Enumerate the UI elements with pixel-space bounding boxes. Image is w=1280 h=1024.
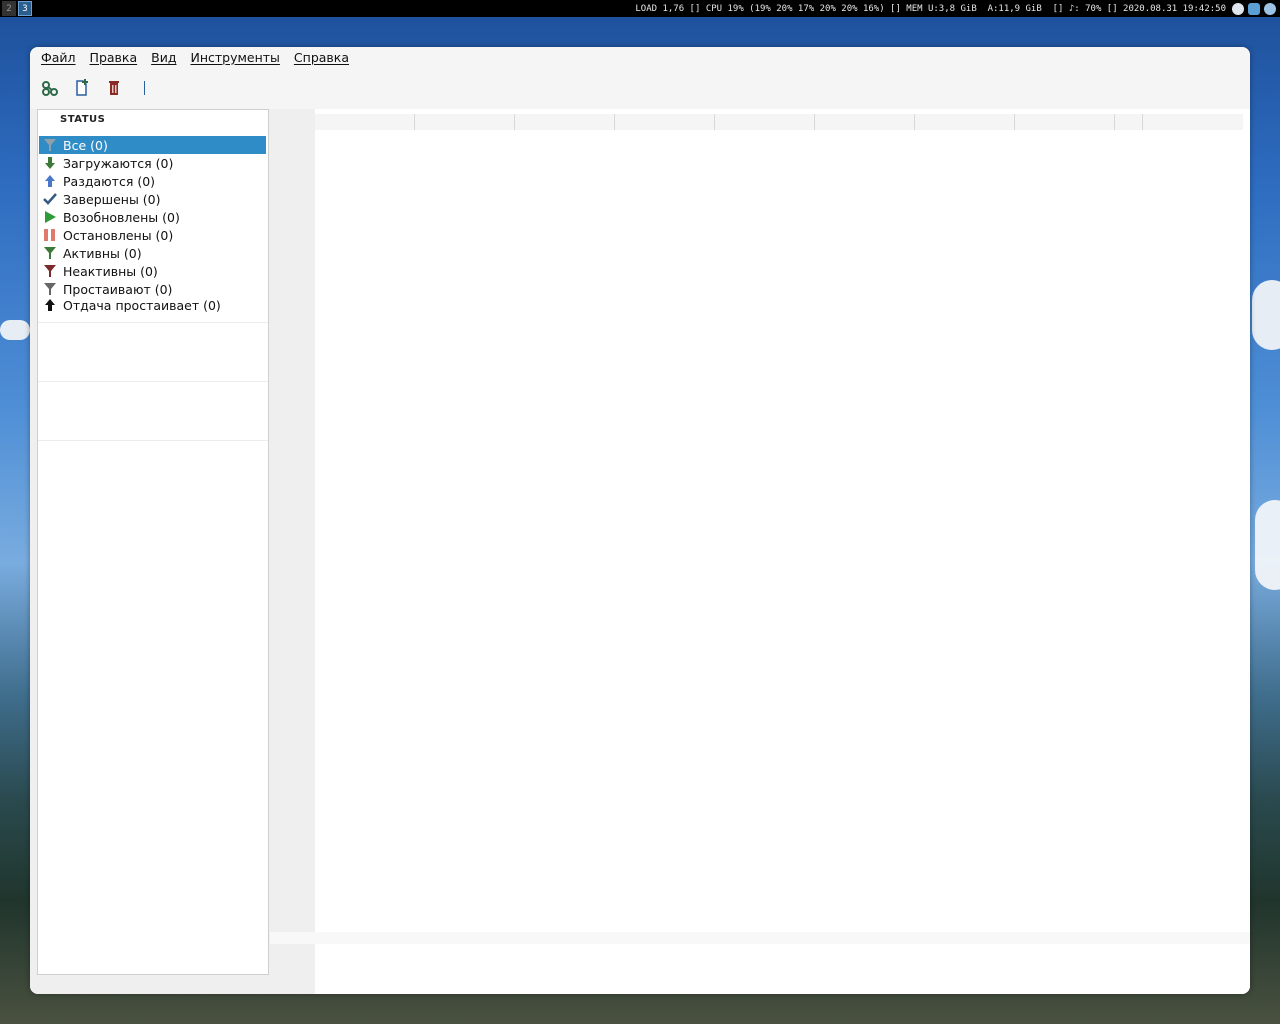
menu-bar: Файл Правка Вид Инструменты Справка xyxy=(30,47,1250,67)
background-cloud xyxy=(1255,500,1280,590)
add-torrent-link-button[interactable] xyxy=(38,76,62,100)
menu-file[interactable]: Файл xyxy=(34,50,83,65)
filter-sidebar: STATUS Все (0) Загружаются (0) Раздаются… xyxy=(37,109,269,975)
filter-label: Простаивают (0) xyxy=(63,281,173,297)
toolbar-separator xyxy=(144,81,145,95)
status-bar xyxy=(30,975,315,994)
checkmark-icon xyxy=(43,192,57,206)
filter-stalled-icon xyxy=(43,282,57,296)
filter-label: Загружаются (0) xyxy=(63,155,174,171)
filter-inactive-icon xyxy=(43,264,57,278)
column-header[interactable] xyxy=(515,114,615,130)
column-header[interactable] xyxy=(1015,114,1115,130)
background-cloud xyxy=(1252,280,1280,350)
column-header[interactable] xyxy=(915,114,1015,130)
add-torrent-link-icon xyxy=(42,81,58,96)
filter-label: Активны (0) xyxy=(63,245,142,261)
tags-section xyxy=(38,381,268,440)
qbittorrent-window: Файл Правка Вид Инструменты Справка STAT… xyxy=(30,47,1250,994)
system-status: LOAD 1,76 [] CPU 19% (19% 20% 17% 20% 20… xyxy=(635,3,1226,14)
column-header[interactable] xyxy=(415,114,515,130)
column-header[interactable] xyxy=(1115,114,1143,130)
system-panel: 2 3 LOAD 1,76 [] CPU 19% (19% 20% 17% 20… xyxy=(0,0,1280,17)
filter-completed[interactable]: Завершены (0) xyxy=(39,190,266,208)
filter-downloading[interactable]: Загружаются (0) xyxy=(39,154,266,172)
delete-icon xyxy=(109,81,119,95)
menu-edit[interactable]: Правка xyxy=(83,50,145,65)
pause-icon xyxy=(43,228,57,242)
menu-help[interactable]: Справка xyxy=(287,50,356,65)
torrent-list[interactable] xyxy=(315,109,1250,994)
torrent-list-header xyxy=(315,114,1243,130)
filter-label: Завершены (0) xyxy=(63,191,161,207)
add-torrent-file-icon xyxy=(76,79,88,96)
background-cloud xyxy=(0,320,30,340)
filter-label: Остановлены (0) xyxy=(63,227,174,243)
filter-icon xyxy=(43,138,57,152)
splitter[interactable] xyxy=(270,109,315,994)
filter-paused[interactable]: Остановлены (0) xyxy=(39,226,266,244)
add-torrent-file-button[interactable] xyxy=(70,76,94,100)
column-header[interactable] xyxy=(715,114,815,130)
workspace-3[interactable]: 3 xyxy=(18,1,32,16)
filter-resumed[interactable]: Возобновлены (0) xyxy=(39,208,266,226)
arrow-up-icon xyxy=(43,174,57,188)
filter-label: Все (0) xyxy=(63,137,108,153)
filter-stalled-uploading[interactable]: Отдача простаивает (0) xyxy=(39,298,266,312)
play-icon xyxy=(43,210,57,224)
app-tray-icon[interactable] xyxy=(1264,2,1276,15)
steam-tray-icon[interactable] xyxy=(1232,2,1244,15)
network-tray-icon[interactable] xyxy=(1248,2,1260,15)
trackers-section xyxy=(38,440,268,441)
toolbar xyxy=(30,67,1250,109)
column-header[interactable] xyxy=(315,114,415,130)
upload-stalled-icon xyxy=(43,298,57,312)
workspace-2[interactable]: 2 xyxy=(2,1,16,16)
filter-label: Возобновлены (0) xyxy=(63,209,180,225)
categories-section xyxy=(38,322,268,381)
status-header: STATUS xyxy=(60,114,106,124)
filter-label: Отдача простаивает (0) xyxy=(63,298,221,312)
filter-seeding[interactable]: Раздаются (0) xyxy=(39,172,266,190)
filter-label: Раздаются (0) xyxy=(63,173,156,189)
delete-button[interactable] xyxy=(102,76,126,100)
filter-inactive[interactable]: Неактивны (0) xyxy=(39,262,266,280)
column-header[interactable] xyxy=(615,114,715,130)
menu-view[interactable]: Вид xyxy=(144,50,183,65)
filter-stalled[interactable]: Простаивают (0) xyxy=(39,280,266,298)
arrow-down-icon xyxy=(43,156,57,170)
filter-active[interactable]: Активны (0) xyxy=(39,244,266,262)
menu-tools[interactable]: Инструменты xyxy=(183,50,286,65)
column-header[interactable] xyxy=(815,114,915,130)
filter-all[interactable]: Все (0) xyxy=(39,136,266,154)
filter-label: Неактивны (0) xyxy=(63,263,158,279)
horizontal-scrollbar[interactable] xyxy=(270,932,1250,944)
filter-active-icon xyxy=(43,246,57,260)
